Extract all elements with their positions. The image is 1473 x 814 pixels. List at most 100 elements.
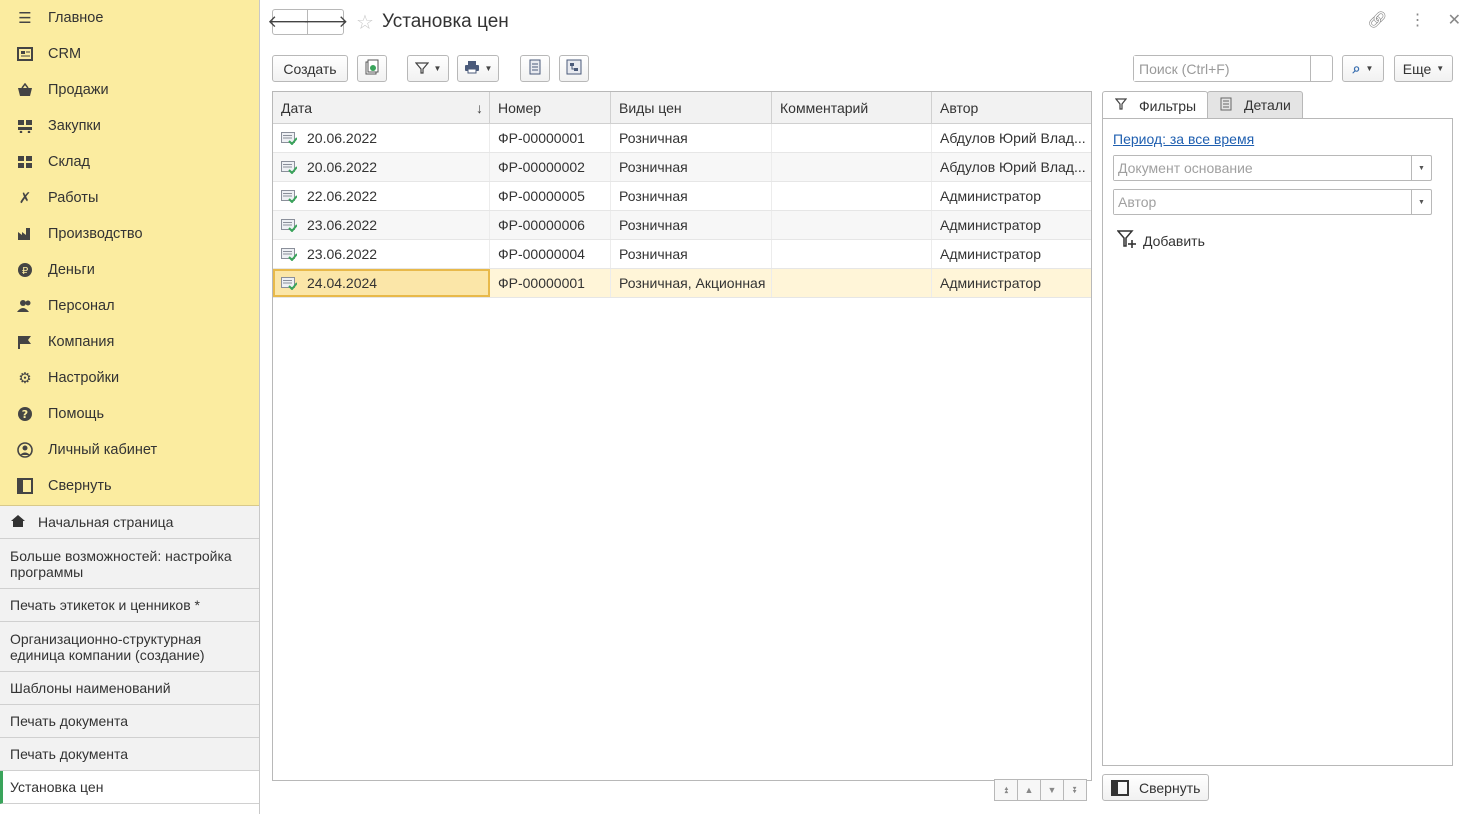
section-production[interactable]: Производство <box>0 216 259 252</box>
section-account[interactable]: Личный кабинет <box>0 432 259 468</box>
section-crm[interactable]: CRM <box>0 36 259 72</box>
cell-text: Администратор <box>940 246 1042 262</box>
scroll-up-button[interactable]: ▲ <box>1017 779 1041 801</box>
chevron-down-icon[interactable]: ▼ <box>1411 156 1431 180</box>
section-label: Склад <box>48 154 90 170</box>
main-area: 🡐 🡒 ☆ Установка цен 🔗︎ ⋮ ✕ Создать ▼ ▼ ⌕… <box>260 0 1473 814</box>
cell-text: ФР-00000006 <box>498 217 585 233</box>
section-help[interactable]: ? Помощь <box>0 396 259 432</box>
cell-comment <box>772 153 932 181</box>
history-item[interactable]: Печать этикеток и ценников * <box>0 589 259 622</box>
section-collapse[interactable]: Свернуть <box>0 468 259 504</box>
tab-label: Фильтры <box>1139 97 1197 114</box>
history-item[interactable]: Больше возможностей: настройка программы <box>0 539 259 589</box>
period-link[interactable]: Период: за все время <box>1113 131 1442 147</box>
history-item[interactable]: Организационно-структурная единица компа… <box>0 622 259 672</box>
section-main[interactable]: ☰ Главное <box>0 0 259 36</box>
cell-author: Абдулов Юрий Влад... <box>932 124 1091 152</box>
column-price-types[interactable]: Виды цен <box>611 92 772 123</box>
filter-button[interactable]: ▼ <box>407 55 449 82</box>
search-box[interactable] <box>1133 55 1333 82</box>
cell-text: 24.04.2024 <box>307 275 378 291</box>
tab-filters[interactable]: Фильтры <box>1102 91 1208 119</box>
column-number[interactable]: Номер <box>490 92 611 123</box>
report-button[interactable] <box>520 55 550 82</box>
section-warehouse[interactable]: Склад <box>0 144 259 180</box>
more-button[interactable]: Еще ▼ <box>1394 55 1453 82</box>
double-down-icon: ⏬︎ <box>1072 784 1078 795</box>
table-row[interactable]: 20.06.2022 ФР-00000001 Розничная Абдулов Юр… <box>273 124 1091 153</box>
print-button[interactable]: ▼ <box>457 55 499 82</box>
history-item[interactable]: Шаблоны наименований <box>0 672 259 705</box>
cell-text: Розничная, Акционная <box>619 275 766 291</box>
column-comment[interactable]: Комментарий <box>772 92 932 123</box>
table-row[interactable]: 23.06.2022 ФР-00000004 Розничная Администра… <box>273 240 1091 269</box>
history-home[interactable]: Начальная страница <box>0 506 259 539</box>
history-item-active[interactable]: Установка цен <box>0 771 259 804</box>
scroll-down-button[interactable]: ▼ <box>1040 779 1064 801</box>
section-company[interactable]: Компания <box>0 324 259 360</box>
author-input[interactable] <box>1114 190 1411 214</box>
svg-text:₽: ₽ <box>22 266 29 277</box>
section-purchases[interactable]: Закупки <box>0 108 259 144</box>
user-circle-icon <box>16 441 34 459</box>
section-label: Персонал <box>48 298 115 314</box>
history-label: Начальная страница <box>38 514 174 530</box>
cell-number: ФР-00000004 <box>490 240 611 268</box>
cell-text: 22.06.2022 <box>307 188 378 204</box>
history-label: Больше возможностей: настройка программы <box>10 547 232 580</box>
cell-number: ФР-00000005 <box>490 182 611 210</box>
table-row[interactable]: 22.06.2022 ФР-00000005 Розничная Администра… <box>273 182 1091 211</box>
history-label: Печать этикеток и ценников * <box>10 597 200 613</box>
tab-details[interactable]: Детали <box>1207 91 1303 119</box>
arrow-right-icon: 🡒 <box>302 12 349 31</box>
copy-button[interactable] <box>357 55 387 82</box>
toolbar: Создать ▼ ▼ ⌕▼ Еще▼ <box>272 55 1462 83</box>
history-label: Печать документа <box>10 713 129 729</box>
section-money[interactable]: ₽ Деньги <box>0 252 259 288</box>
cell-text: Абдулов Юрий Влад... <box>940 130 1086 146</box>
column-date[interactable]: Дата ↓ <box>273 92 490 123</box>
cell-comment <box>772 211 932 239</box>
table-row-selected[interactable]: 24.04.2024 ФР-00000001 Розничная, Акционна… <box>273 269 1091 298</box>
help-icon: ? <box>16 405 34 423</box>
cell-author: Администратор <box>932 240 1091 268</box>
section-label: Личный кабинет <box>48 442 158 458</box>
document-posted-icon <box>281 218 297 232</box>
column-label: Автор <box>940 99 979 116</box>
structure-button[interactable] <box>559 55 589 82</box>
cell-text: 20.06.2022 <box>307 130 378 146</box>
history-item[interactable]: Печать документа <box>0 738 259 771</box>
sections-panel: ☰ Главное CRM Продажи Закупки Склад ✗ Рабо… <box>0 0 259 506</box>
scroll-top-button[interactable]: ⏫︎ <box>994 779 1018 801</box>
collapse-panel-button[interactable]: Свернуть <box>1102 774 1209 801</box>
scroll-bottom-button[interactable]: ⏬︎ <box>1063 779 1087 801</box>
chevron-down-icon[interactable]: ▼ <box>1411 190 1431 214</box>
link-icon[interactable]: 🔗︎ <box>1367 10 1387 30</box>
kebab-menu-icon[interactable]: ⋮ <box>1410 10 1426 30</box>
table-row[interactable]: 23.06.2022 ФР-00000006 Розничная Администра… <box>273 211 1091 240</box>
doc-basis-input[interactable] <box>1114 156 1411 180</box>
section-staff[interactable]: Персонал <box>0 288 259 324</box>
favorite-star-icon[interactable]: ☆ <box>356 10 374 35</box>
section-sales[interactable]: Продажи <box>0 72 259 108</box>
history-item[interactable]: Печать документа <box>0 705 259 738</box>
cell-text: Розничная <box>619 130 688 146</box>
svg-text:?: ? <box>22 408 28 421</box>
section-works[interactable]: ✗ Работы <box>0 180 259 216</box>
table-row[interactable]: 20.06.2022 ФР-00000002 Розничная Абдулов Юр… <box>273 153 1091 182</box>
author-field[interactable]: ▼ <box>1113 189 1432 215</box>
purchases-icon <box>16 117 34 135</box>
search-input[interactable] <box>1134 56 1311 81</box>
search-icon: ⌕ <box>1352 60 1361 76</box>
cell-text: Розничная <box>619 188 688 204</box>
section-settings[interactable]: ⚙ Настройки <box>0 360 259 396</box>
search-options-button[interactable]: ⌕ ▼ <box>1342 55 1384 82</box>
close-icon[interactable]: ✕ <box>1448 10 1461 30</box>
add-filter-button[interactable]: Добавить <box>1116 229 1442 252</box>
column-author[interactable]: Автор <box>932 92 1091 123</box>
forward-button[interactable]: 🡒 <box>303 9 348 35</box>
section-label: Деньги <box>48 262 95 278</box>
create-button[interactable]: Создать <box>272 55 348 82</box>
doc-basis-field[interactable]: ▼ <box>1113 155 1432 181</box>
